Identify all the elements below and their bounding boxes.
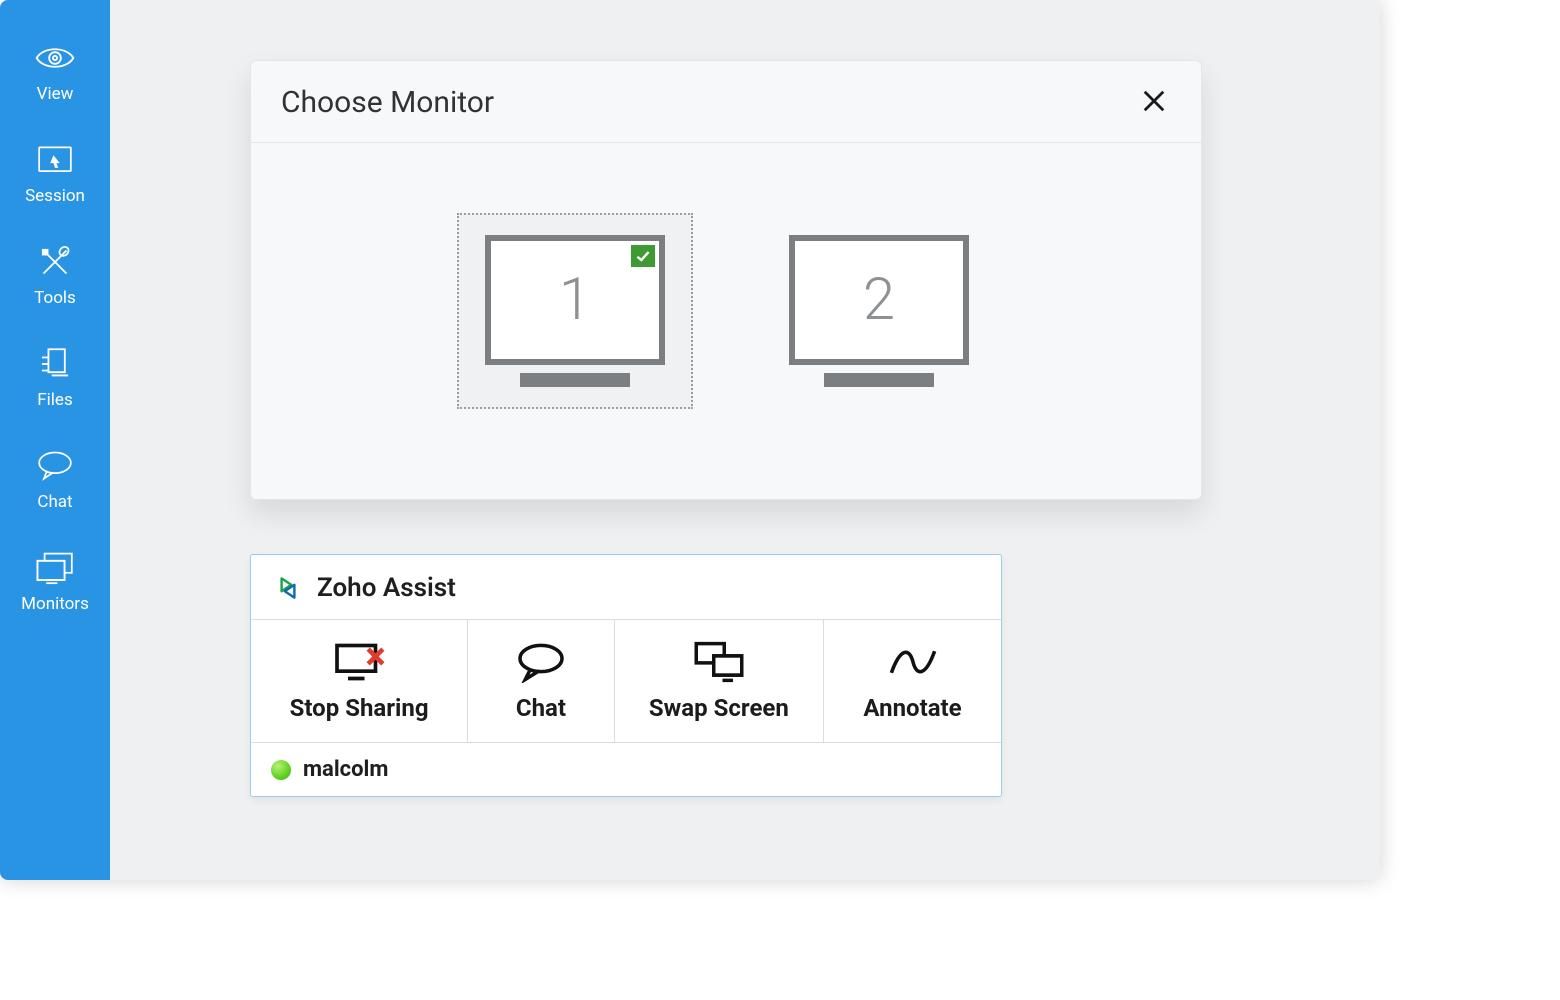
assist-toolbar: Zoho Assist Stop Sharing Chat	[250, 554, 1002, 797]
main-area: Choose Monitor 1	[110, 0, 1380, 880]
sidebar-item-label: Chat	[37, 492, 72, 512]
tools-icon	[35, 244, 75, 280]
sidebar-item-label: Session	[25, 186, 85, 206]
chat-bubble-icon	[513, 640, 569, 684]
sidebar-item-files[interactable]: Files	[0, 346, 110, 410]
close-icon	[1141, 88, 1167, 118]
panel-title: Choose Monitor	[281, 85, 494, 120]
annotate-button[interactable]: Annotate	[824, 620, 1001, 742]
monitor-graphic: 2	[789, 235, 969, 387]
user-row: malcolm	[251, 743, 1001, 796]
app-window: View Session Tools Files Chat	[0, 0, 1380, 880]
monitor-graphic: 1	[485, 235, 665, 387]
sidebar-item-monitors[interactable]: Monitors	[0, 550, 110, 614]
sidebar-item-chat[interactable]: Chat	[0, 448, 110, 512]
eye-icon	[35, 40, 75, 76]
button-label: Stop Sharing	[290, 694, 429, 722]
toolbar-header: Zoho Assist	[251, 555, 1001, 619]
sidebar-item-label: Monitors	[21, 594, 89, 614]
choose-monitor-panel: Choose Monitor 1	[250, 60, 1202, 500]
stop-sharing-icon	[331, 640, 387, 684]
monitor-pointer-icon	[35, 142, 75, 178]
button-label: Swap Screen	[649, 694, 789, 722]
sidebar: View Session Tools Files Chat	[0, 0, 110, 880]
stop-sharing-button[interactable]: Stop Sharing	[251, 620, 468, 742]
monitor-option-1[interactable]: 1	[457, 213, 693, 409]
sidebar-item-label: View	[37, 84, 74, 104]
button-label: Annotate	[863, 694, 961, 722]
sidebar-item-label: Files	[37, 390, 72, 410]
swap-screen-icon	[691, 640, 747, 684]
close-button[interactable]	[1137, 86, 1171, 120]
zoho-assist-logo-icon	[271, 571, 305, 605]
selected-check-icon	[631, 245, 655, 267]
files-icon	[35, 346, 75, 382]
monitor-number: 1	[559, 266, 591, 334]
sidebar-item-view[interactable]: View	[0, 40, 110, 104]
chat-button[interactable]: Chat	[468, 620, 615, 742]
presence-indicator-icon	[271, 760, 291, 780]
sidebar-item-tools[interactable]: Tools	[0, 244, 110, 308]
username: malcolm	[303, 757, 388, 782]
monitor-screen: 1	[485, 235, 665, 365]
monitor-number: 2	[863, 266, 895, 334]
chat-icon	[35, 448, 75, 484]
annotate-icon	[885, 640, 941, 684]
monitor-stand	[824, 373, 934, 387]
swap-screen-button[interactable]: Swap Screen	[615, 620, 824, 742]
panel-header: Choose Monitor	[251, 61, 1201, 143]
button-label: Chat	[516, 694, 566, 722]
monitor-option-2[interactable]: 2	[763, 215, 995, 407]
monitor-stand	[520, 373, 630, 387]
monitors-icon	[35, 550, 75, 586]
monitor-screen: 2	[789, 235, 969, 365]
toolbar-title: Zoho Assist	[317, 573, 456, 603]
sidebar-item-label: Tools	[34, 288, 76, 308]
toolbar-buttons: Stop Sharing Chat Swap Screen	[251, 619, 1001, 743]
sidebar-item-session[interactable]: Session	[0, 142, 110, 206]
panel-body: 1 2	[251, 143, 1201, 499]
